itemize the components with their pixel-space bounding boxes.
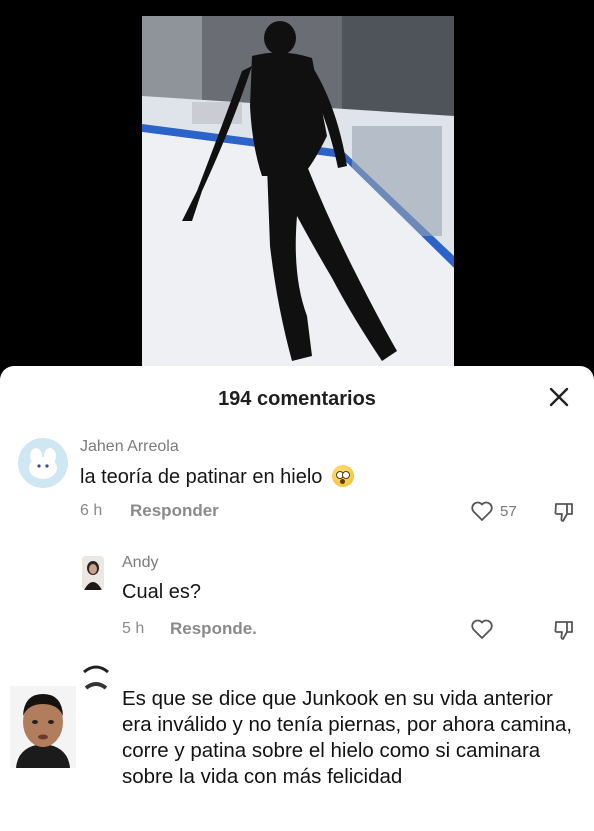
reply-button[interactable]: Responder: [130, 501, 219, 521]
comment-text: la teoría de patinar en hielo: [80, 464, 354, 490]
comment-time: 5 h: [122, 620, 145, 637]
dislike-icon: [554, 621, 573, 640]
partial-avatar: [82, 662, 110, 692]
like-count: 57: [500, 502, 517, 520]
dislike-icon: [554, 503, 573, 522]
skater-image: [142, 16, 454, 370]
comment-author[interactable]: Jahen Arreola: [80, 438, 179, 456]
avatar[interactable]: [82, 556, 104, 590]
reply-overlay-text: Es que se dice que Junkook en su vida an…: [122, 687, 573, 788]
comments-count-title: 194 comentarios: [218, 388, 376, 410]
video-frame[interactable]: [142, 16, 454, 370]
comment-time: 6 h: [80, 502, 103, 519]
close-icon: [549, 387, 569, 407]
flushed-face-emoji-icon: [331, 465, 354, 487]
avatar[interactable]: [18, 438, 68, 488]
reply-button[interactable]: Responde.: [170, 619, 257, 639]
comment-item: Jahen Arreola la teoría de patinar en hi…: [0, 430, 594, 530]
heart-icon: [471, 501, 493, 521]
dislike-button[interactable]: [552, 500, 576, 529]
dislike-button[interactable]: [552, 618, 576, 647]
heart-icon: [471, 619, 493, 639]
reaction-face-image: [10, 686, 76, 768]
comment-text-content: la teoría de patinar en hielo: [80, 466, 323, 488]
comment-author[interactable]: Andy: [122, 554, 158, 572]
comment-text: Cual es?: [122, 581, 201, 603]
like-button[interactable]: [470, 618, 494, 640]
close-button[interactable]: [544, 382, 574, 412]
like-button[interactable]: 57: [470, 500, 517, 522]
video-area: [0, 0, 594, 370]
comment-item: Andy Cual es? 5 h Responde.: [0, 550, 594, 650]
